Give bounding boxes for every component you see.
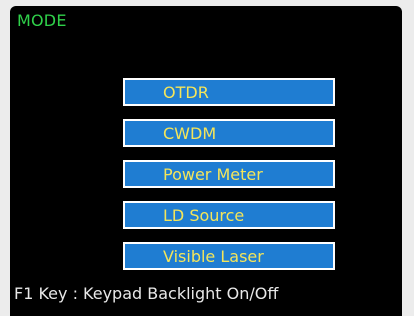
menu-item-ld-source[interactable]: LD Source: [123, 201, 335, 229]
page-title: MODE: [17, 11, 67, 30]
menu-item-visible-laser[interactable]: Visible Laser: [123, 242, 335, 270]
menu-item-label: CWDM: [163, 124, 217, 143]
mode-menu: OTDR CWDM Power Meter LD Source Visible …: [123, 78, 335, 283]
menu-item-label: OTDR: [163, 83, 209, 102]
menu-item-label: Power Meter: [163, 165, 263, 184]
device-bezel: MODE OTDR CWDM Power Meter LD Source Vis…: [0, 0, 414, 316]
menu-item-power-meter[interactable]: Power Meter: [123, 160, 335, 188]
menu-item-label: Visible Laser: [163, 247, 264, 266]
menu-item-cwdm[interactable]: CWDM: [123, 119, 335, 147]
menu-item-label: LD Source: [163, 206, 245, 225]
menu-item-otdr[interactable]: OTDR: [123, 78, 335, 106]
footer-hint: F1 Key : Keypad Backlight On/Off: [14, 284, 279, 303]
device-screen: MODE OTDR CWDM Power Meter LD Source Vis…: [10, 6, 402, 316]
